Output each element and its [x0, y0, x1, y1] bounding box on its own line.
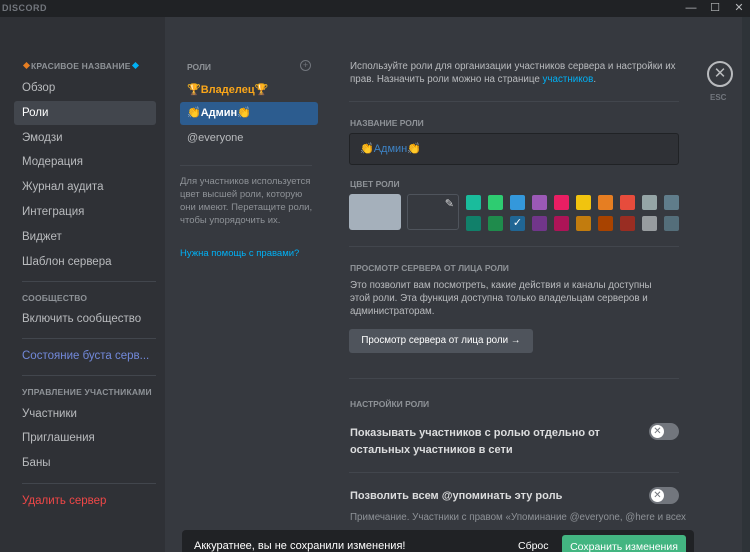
roles-hint: Для участников используется цвет высшей … [180, 176, 313, 226]
section-divider [349, 378, 679, 379]
role-name: Владелец [200, 84, 255, 96]
sidebar-item-widget[interactable]: Виджет [14, 225, 156, 249]
diamond-icon [22, 61, 31, 70]
server-name-header: КРАСИВОЕ НАЗВАНИЕ [22, 61, 140, 71]
section-divider [349, 246, 679, 247]
color-swatch[interactable] [510, 195, 525, 210]
close-settings-icon[interactable]: ✕ [707, 61, 733, 87]
members-header: УПРАВЛЕНИЕ УЧАСТНИКАМИ [22, 387, 152, 397]
sidebar-item-boost-status[interactable]: Состояние буста серв... [14, 344, 156, 368]
color-swatch[interactable] [576, 195, 591, 210]
members-page-link[interactable]: участников [543, 74, 594, 85]
color-swatch[interactable] [620, 195, 635, 210]
color-swatch[interactable] [620, 216, 635, 231]
diamond-icon [131, 61, 139, 70]
color-swatch[interactable] [466, 216, 481, 231]
setting-display-separately: Показывать участников с ролью отдельно о… [350, 427, 600, 456]
display-separately-toggle[interactable]: ✕ [649, 423, 679, 440]
roles-header: РОЛИ [187, 62, 212, 72]
community-header: СООБЩЕСТВО [22, 293, 88, 303]
close-window-icon[interactable]: ✕ [728, 0, 750, 17]
check-icon: ✓ [512, 217, 523, 229]
sidebar-item-bans[interactable]: Баны [14, 451, 156, 475]
allow-mention-toggle[interactable]: ✕ [649, 487, 679, 504]
color-swatch[interactable] [664, 216, 679, 231]
color-swatch[interactable] [642, 195, 657, 210]
sidebar-item-enable-community[interactable]: Включить сообщество [14, 307, 156, 331]
roles-divider [180, 165, 312, 166]
sidebar-item-roles[interactable]: Роли [14, 101, 156, 125]
color-swatch[interactable] [488, 195, 503, 210]
role-settings-label: НАСТРОЙКИ РОЛИ [350, 399, 430, 409]
role-item-owner[interactable]: 🏆Владелец🏆 [180, 79, 318, 102]
sidebar-divider [22, 375, 156, 376]
maximize-icon[interactable]: ☐ [704, 0, 726, 17]
clap-icon: 👏 [237, 107, 251, 119]
trophy-icon: 🏆 [187, 84, 201, 96]
mention-note: Примечание. Участники с правом «Упоминан… [350, 512, 686, 523]
sidebar-divider [22, 281, 156, 282]
color-swatch[interactable] [488, 216, 503, 231]
color-swatch[interactable] [642, 216, 657, 231]
section-divider [349, 101, 679, 102]
sidebar-item-invites[interactable]: Приглашения [14, 426, 156, 450]
color-swatch[interactable] [532, 195, 547, 210]
sidebar-item-audit-log[interactable]: Журнал аудита [14, 175, 156, 199]
sidebar-item-emoji[interactable]: Эмодзи [14, 126, 156, 150]
toggle-off-icon: ✕ [651, 489, 664, 502]
scrollbar[interactable] [742, 17, 750, 552]
toggle-off-icon: ✕ [651, 425, 664, 438]
role-item-everyone[interactable]: @everyone [180, 127, 318, 150]
role-color-label: ЦВЕТ РОЛИ [350, 179, 400, 189]
sidebar-item-members[interactable]: Участники [14, 402, 156, 426]
color-swatch[interactable] [554, 216, 569, 231]
setting-allow-mention: Позволить всем @упоминать эту роль [350, 490, 563, 502]
permissions-help-link[interactable]: Нужна помощь с правами? [180, 248, 299, 259]
esc-label: ESC [710, 93, 727, 102]
intro-text: Используйте роли для организации участни… [350, 61, 676, 85]
sidebar-item-moderation[interactable]: Модерация [14, 150, 156, 174]
app-brand: DISCORD [2, 3, 48, 13]
color-swatch[interactable] [554, 195, 569, 210]
color-swatch[interactable] [664, 195, 679, 210]
color-swatch[interactable]: ✓ [510, 216, 525, 231]
sidebar-item-integrations[interactable]: Интеграция [14, 200, 156, 224]
view-as-role-button[interactable]: Просмотр сервера от лица роли → [349, 329, 533, 353]
color-swatch[interactable] [576, 216, 591, 231]
unsaved-changes-bar: Аккуратнее, вы не сохранили изменения! С… [182, 530, 694, 552]
title-bar: DISCORD — ☐ ✕ [0, 0, 750, 17]
eyedropper-icon: ✎ [444, 198, 454, 210]
color-swatch[interactable] [598, 195, 613, 210]
settings-sidebar: КРАСИВОЕ НАЗВАНИЕ Обзор Роли Эмодзи Моде… [0, 17, 165, 552]
color-swatch[interactable] [532, 216, 547, 231]
sidebar-divider [22, 483, 156, 484]
clap-icon: 👏 [187, 107, 201, 119]
sidebar-divider [22, 338, 156, 339]
delete-server-button[interactable]: Удалить сервер [14, 489, 156, 513]
section-divider [349, 472, 679, 473]
role-item-admin[interactable]: 👏Админ👏 [180, 102, 318, 125]
custom-color-picker[interactable]: ✎ [407, 194, 459, 230]
sidebar-item-template[interactable]: Шаблон сервера [14, 250, 156, 274]
view-as-role-description: Это позволит вам посмотреть, какие дейст… [350, 280, 652, 317]
role-name-input[interactable]: 👏Админ👏 [349, 133, 679, 165]
view-as-role-label: ПРОСМОТР СЕРВЕРА ОТ ЛИЦА РОЛИ [350, 263, 509, 273]
color-swatch[interactable] [466, 195, 481, 210]
default-color-swatch[interactable] [349, 194, 401, 230]
role-name: Админ [200, 107, 238, 119]
minimize-icon[interactable]: — [680, 0, 702, 17]
add-role-icon[interactable]: + [300, 60, 311, 71]
trophy-icon: 🏆 [254, 84, 269, 96]
sidebar-item-overview[interactable]: Обзор [14, 76, 156, 100]
color-swatch[interactable] [598, 216, 613, 231]
save-changes-button[interactable]: Сохранить изменения [562, 535, 686, 552]
reset-button[interactable]: Сброс [518, 540, 549, 552]
role-name-label: НАЗВАНИЕ РОЛИ [350, 118, 424, 128]
unsaved-warning: Аккуратнее, вы не сохранили изменения! [194, 540, 406, 552]
